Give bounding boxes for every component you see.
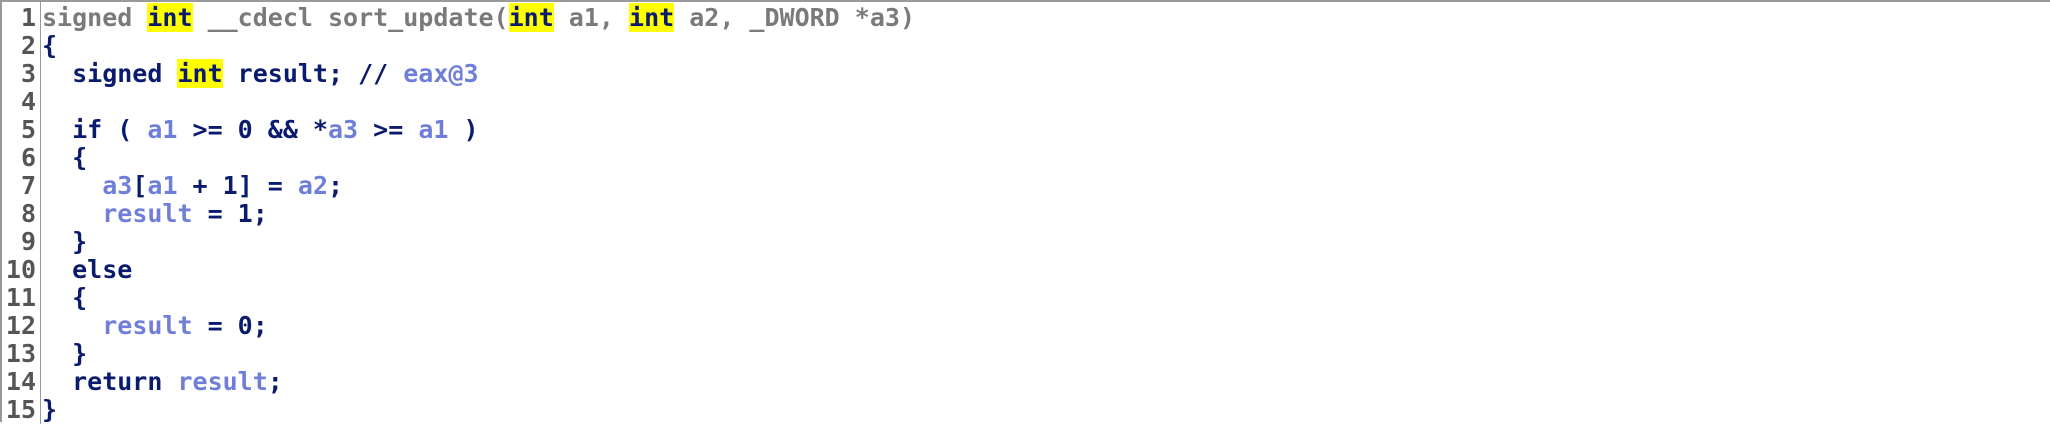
code-line[interactable]: 12 result = 0;: [2, 312, 2048, 340]
code-line[interactable]: 13 }: [2, 340, 2048, 368]
code-text[interactable]: if ( a1 >= 0 && *a3 >= a1 ): [42, 115, 478, 144]
line-number: 13: [5, 339, 36, 368]
variable-token[interactable]: a3: [328, 115, 358, 144]
code-line[interactable]: 7 a3[a1 + 1] = a2;: [2, 172, 2048, 200]
code-token[interactable]: ;: [268, 367, 283, 396]
variable-token[interactable]: a1: [418, 115, 448, 144]
highlighted-token[interactable]: int: [177, 59, 223, 88]
code-line[interactable]: 10 else: [2, 256, 2048, 284]
code-token[interactable]: ;: [328, 171, 343, 200]
code-token[interactable]: ): [448, 115, 478, 144]
line-number: 14: [5, 367, 36, 396]
code-token[interactable]: else: [42, 255, 132, 284]
line-number: 7: [20, 171, 36, 200]
code-text[interactable]: }: [42, 396, 57, 424]
code-token[interactable]: >=: [358, 115, 418, 144]
code-token[interactable]: return: [42, 367, 177, 396]
code-token[interactable]: if (: [42, 115, 147, 144]
code-token[interactable]: [42, 199, 102, 228]
code-token[interactable]: __cdecl sort_update(: [193, 3, 509, 32]
code-text[interactable]: }: [42, 340, 87, 368]
line-number: 15: [5, 395, 36, 424]
code-token[interactable]: = 1;: [193, 199, 268, 228]
code-line[interactable]: 15}: [2, 396, 2048, 424]
highlighted-token[interactable]: int: [147, 3, 193, 32]
variable-token[interactable]: result: [177, 367, 267, 396]
code-text[interactable]: {: [42, 284, 87, 312]
code-text[interactable]: result = 1;: [42, 200, 268, 228]
code-text[interactable]: signed int __cdecl sort_update(int a1, i…: [42, 3, 915, 32]
code-text[interactable]: }: [42, 228, 87, 256]
code-token[interactable]: }: [42, 227, 87, 256]
code-token[interactable]: a2, _DWORD *a3): [674, 3, 915, 32]
code-token[interactable]: [42, 171, 102, 200]
code-token[interactable]: signed: [42, 59, 177, 88]
variable-token[interactable]: result: [102, 311, 192, 340]
line-number: 5: [20, 115, 36, 144]
code-token[interactable]: {: [42, 283, 87, 312]
code-token[interactable]: = 0;: [193, 311, 268, 340]
code-token[interactable]: {: [42, 143, 87, 172]
highlighted-token[interactable]: int: [629, 3, 675, 32]
code-area[interactable]: 1 signed int __cdecl sort_update(int a1, …: [2, 3, 2048, 424]
code-text[interactable]: {: [42, 32, 57, 60]
line-number: 2: [20, 31, 36, 60]
code-line[interactable]: 2{: [2, 32, 2048, 60]
variable-token[interactable]: a3: [102, 171, 132, 200]
code-line[interactable]: 5 if ( a1 >= 0 && *a3 >= a1 ): [2, 116, 2048, 144]
code-line[interactable]: 4: [2, 88, 2048, 116]
code-text[interactable]: result = 0;: [42, 312, 268, 340]
code-line[interactable]: 11 {: [2, 284, 2048, 312]
code-token[interactable]: a1,: [554, 3, 629, 32]
code-line[interactable]: 6 {: [2, 144, 2048, 172]
variable-token[interactable]: result: [102, 199, 192, 228]
line-number: 11: [5, 283, 36, 312]
code-token[interactable]: [: [132, 171, 147, 200]
pseudocode-view[interactable]: 1 signed int __cdecl sort_update(int a1, …: [0, 0, 2050, 424]
variable-token[interactable]: eax@3: [403, 59, 478, 88]
code-token[interactable]: }: [42, 339, 87, 368]
code-token[interactable]: [42, 311, 102, 340]
line-number: 10: [5, 255, 36, 284]
line-number: 1: [20, 3, 36, 32]
code-token[interactable]: + 1] =: [178, 171, 298, 200]
code-line[interactable]: 14 return result;: [2, 368, 2048, 396]
code-text[interactable]: return result;: [42, 368, 283, 396]
code-token[interactable]: result; //: [223, 59, 404, 88]
code-text[interactable]: else: [42, 256, 132, 284]
code-token[interactable]: signed: [42, 3, 147, 32]
code-line[interactable]: 9 }: [2, 228, 2048, 256]
code-token[interactable]: >= 0 && *: [177, 115, 328, 144]
line-number: 6: [20, 143, 36, 172]
line-number: 3: [20, 59, 36, 88]
code-text[interactable]: {: [42, 144, 87, 172]
line-number: 9: [20, 227, 36, 256]
highlighted-token[interactable]: int: [508, 3, 554, 32]
code-token[interactable]: }: [42, 395, 57, 424]
code-text[interactable]: a3[a1 + 1] = a2;: [42, 172, 343, 200]
line-number: 8: [20, 199, 36, 228]
line-number: 4: [20, 87, 36, 116]
line-number: 12: [5, 311, 36, 340]
code-token[interactable]: {: [42, 31, 57, 60]
code-line[interactable]: 8 result = 1;: [2, 200, 2048, 228]
variable-token[interactable]: a1: [147, 115, 177, 144]
variable-token[interactable]: a1: [147, 171, 177, 200]
code-line[interactable]: 3 signed int result; // eax@3: [2, 59, 2048, 88]
code-line[interactable]: 1 signed int __cdecl sort_update(int a1, …: [2, 3, 2048, 32]
variable-token[interactable]: a2: [298, 171, 328, 200]
code-text[interactable]: signed int result; // eax@3: [42, 59, 479, 88]
